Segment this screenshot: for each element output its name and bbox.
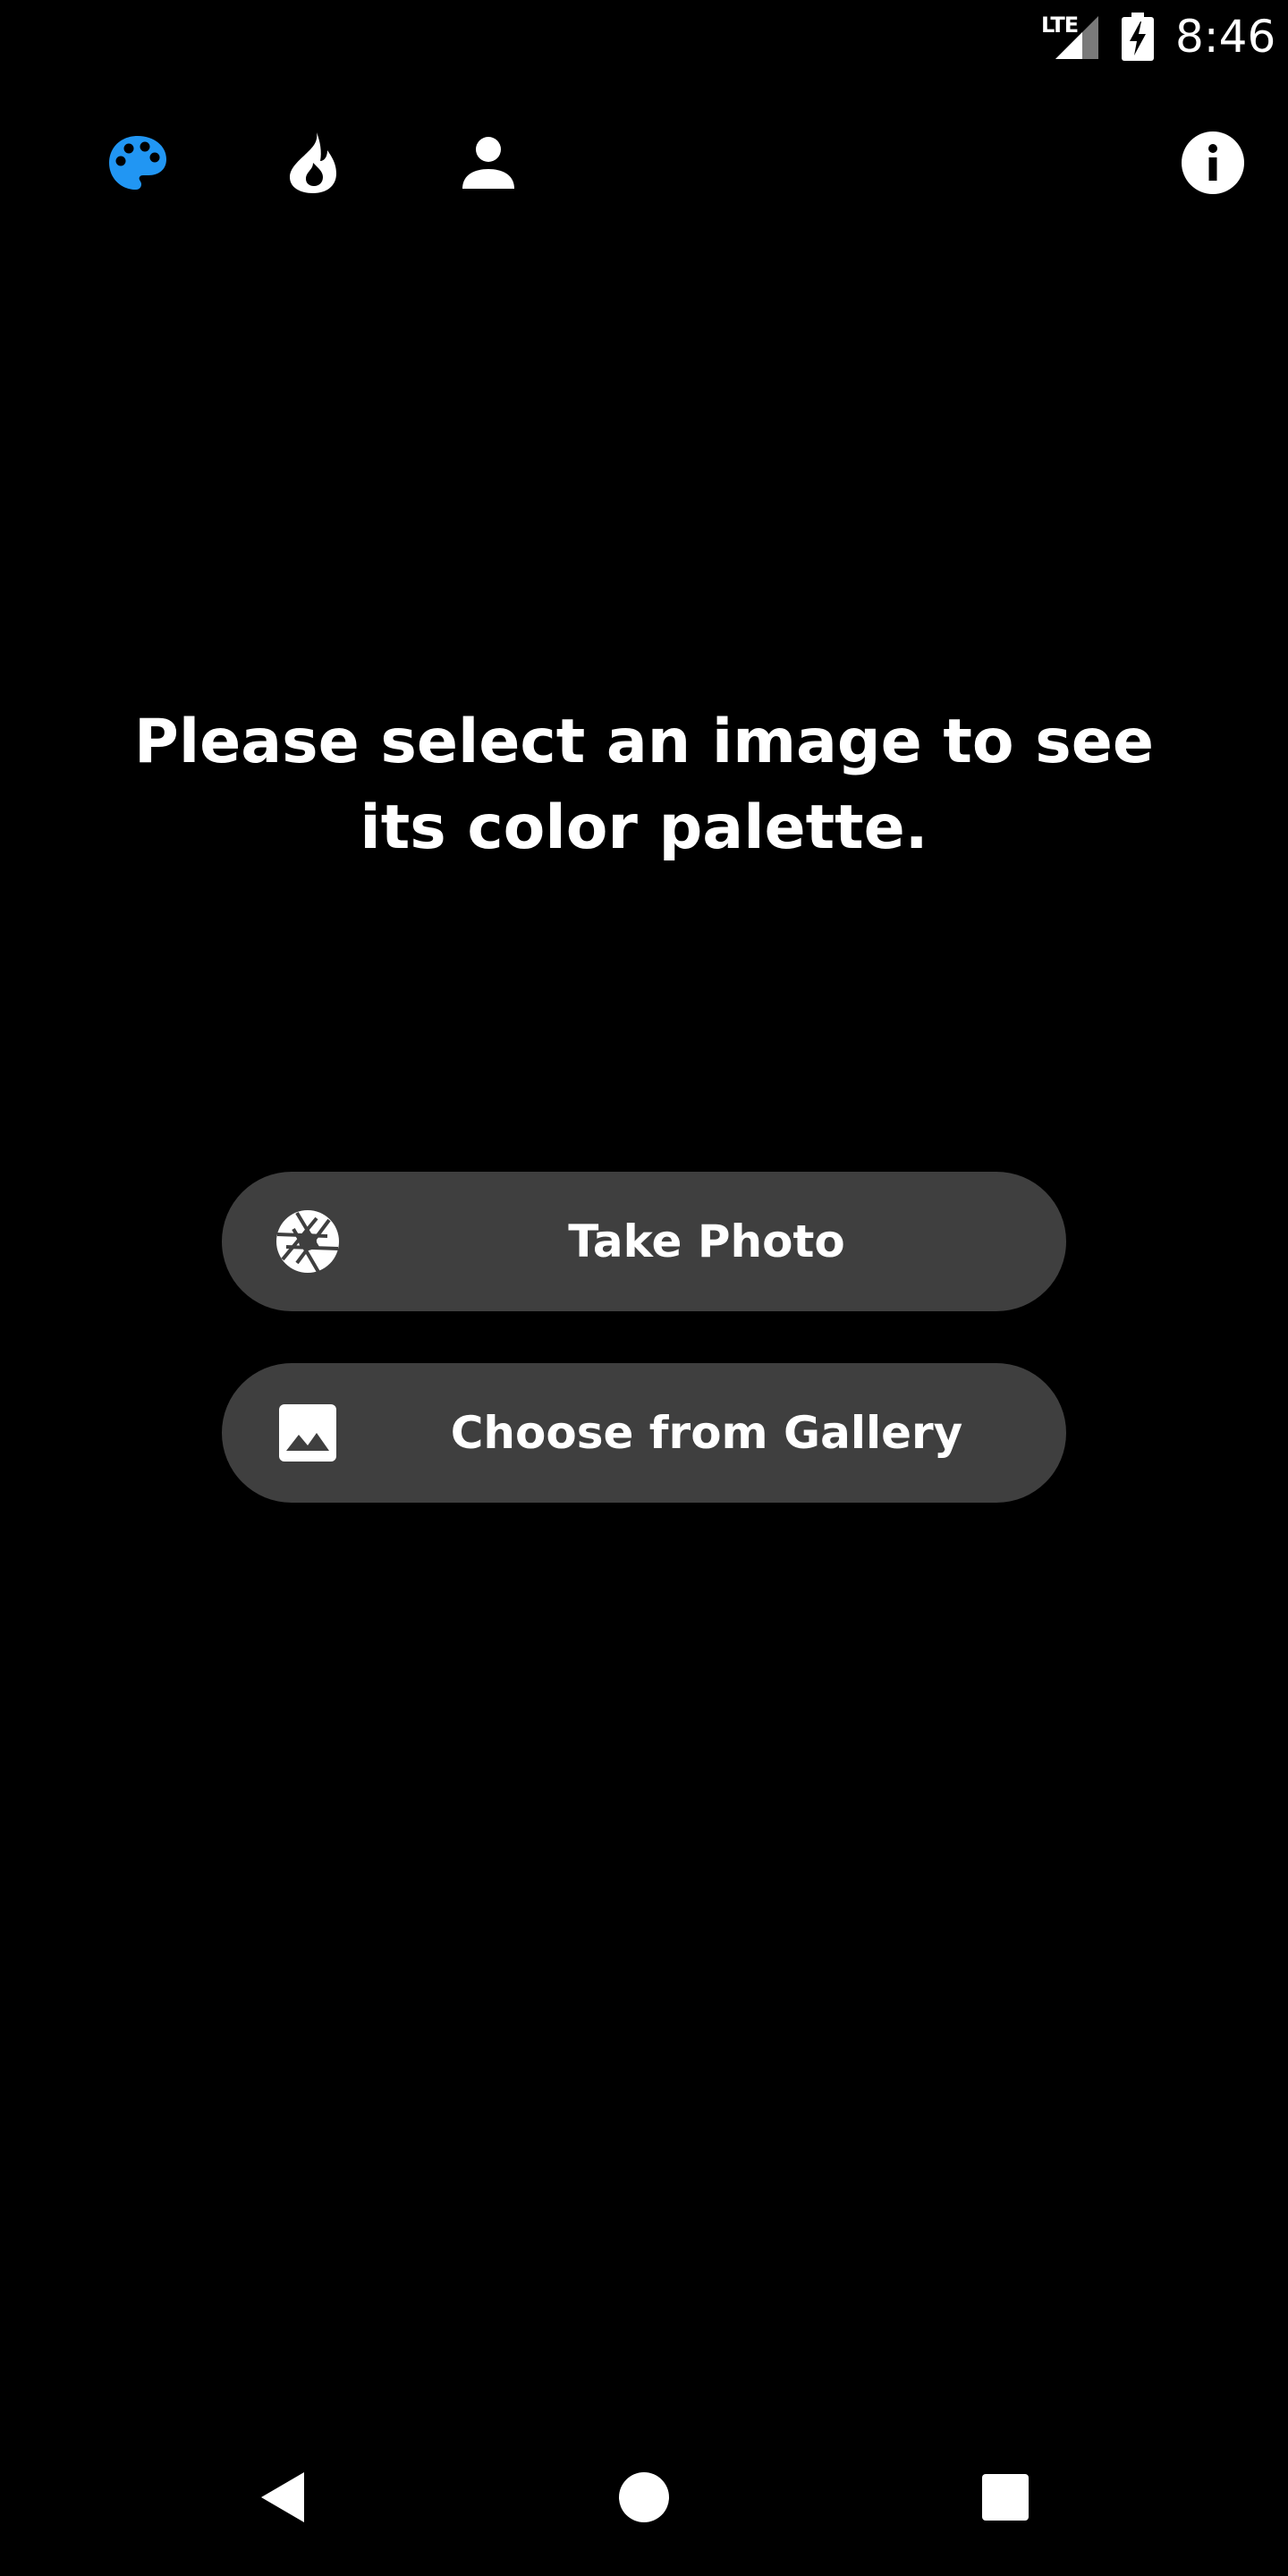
back-icon <box>261 2472 304 2522</box>
nav-back-button[interactable] <box>247 2462 318 2533</box>
home-icon <box>619 2472 669 2522</box>
nav-home-button[interactable] <box>608 2462 680 2533</box>
take-photo-button[interactable]: Take Photo <box>222 1172 1066 1311</box>
palette-tab-button[interactable] <box>100 125 175 200</box>
camera-shutter-icon <box>276 1210 339 1274</box>
choose-from-gallery-button[interactable]: Choose from Gallery <box>222 1363 1066 1503</box>
person-icon <box>462 137 514 189</box>
palette-icon <box>109 136 166 190</box>
flame-icon <box>290 132 336 193</box>
battery-charging-icon <box>1122 13 1154 61</box>
take-photo-label: Take Photo <box>568 1216 845 1267</box>
trending-tab-button[interactable] <box>275 125 351 200</box>
select-image-prompt: Please select an image to see its color … <box>133 707 1155 863</box>
profile-tab-button[interactable] <box>451 125 526 200</box>
nav-recents-button[interactable] <box>970 2462 1041 2533</box>
status-bar: LTE 8:46 <box>0 0 1288 75</box>
recents-icon <box>982 2474 1029 2521</box>
signal-icon <box>1055 16 1098 59</box>
info-button[interactable] <box>1175 125 1250 200</box>
status-clock: 8:46 <box>1175 11 1276 63</box>
info-icon <box>1182 131 1244 194</box>
choose-from-gallery-label: Choose from Gallery <box>450 1407 963 1459</box>
image-icon <box>279 1404 336 1462</box>
